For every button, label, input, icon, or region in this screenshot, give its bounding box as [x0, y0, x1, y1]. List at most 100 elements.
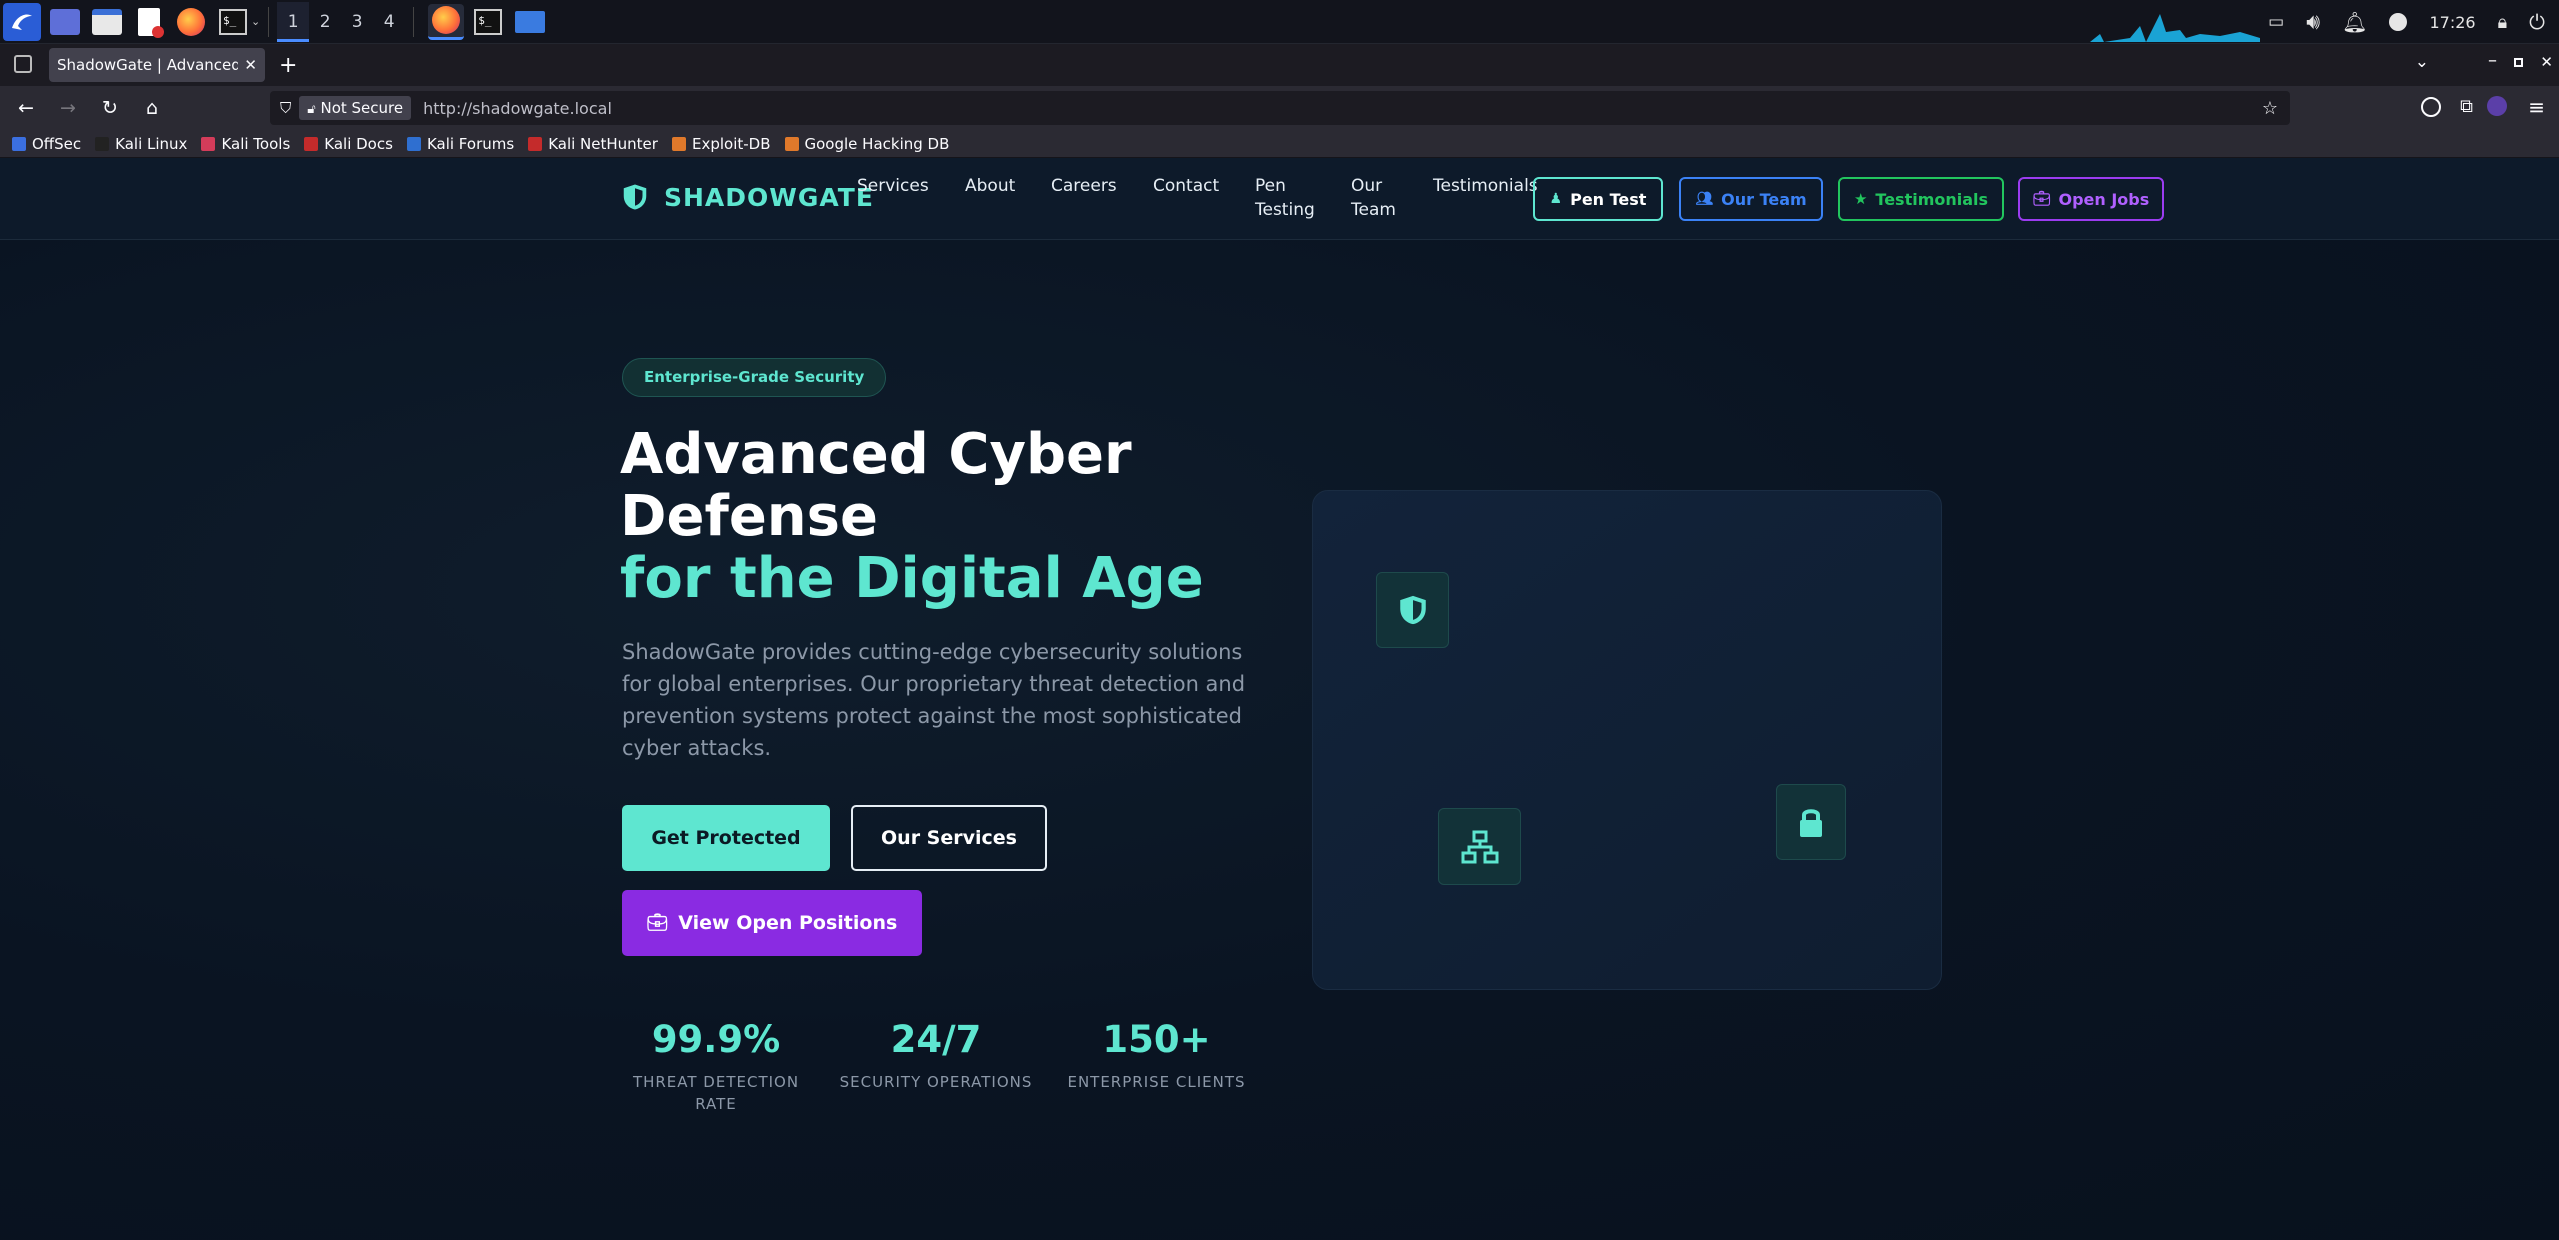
tab-overview-icon[interactable]	[14, 55, 32, 73]
stat-security-operations: 24/7 SECURITY OPERATIONS	[836, 1018, 1036, 1093]
nav-link-label: Team	[1351, 200, 1396, 220]
workspace-4[interactable]: 4	[373, 2, 405, 42]
folder-window-icon[interactable]	[512, 4, 548, 40]
os-taskbar: $_ ⌄ 1 2 3 4 $_ ▭ 🔊︎ 🔔︎ 17:26 🔒︎ ⏻	[0, 0, 2559, 44]
lock-icon	[1776, 784, 1846, 860]
forward-icon[interactable]: →	[52, 92, 84, 124]
open-jobs-button[interactable]: 💼︎ Open Jobs	[2018, 177, 2164, 221]
nav-link-about[interactable]: About	[965, 174, 1015, 198]
chevron-down-icon[interactable]: ⌄	[251, 15, 260, 28]
open-jobs-label: Open Jobs	[2058, 189, 2150, 209]
testimonials-label: Testimonials	[1875, 189, 1989, 209]
shield-icon	[1376, 572, 1449, 648]
nav-link-label: Pen	[1255, 176, 1286, 196]
testimonials-button[interactable]: ★ Testimonials	[1838, 177, 2004, 221]
our-services-button[interactable]: Our Services	[851, 805, 1047, 871]
kali-menu-icon[interactable]	[3, 2, 41, 41]
not-secure-indicator[interactable]: 🔓︎ Not Secure	[299, 96, 412, 120]
enterprise-badge: Enterprise-Grade Security	[622, 358, 887, 397]
user-secret-icon: ♟	[1549, 191, 1563, 207]
nav-link-pen-testing[interactable]: Pen Testing	[1255, 174, 1315, 222]
our-team-button[interactable]: 👥︎ Our Team	[1679, 177, 1823, 221]
system-tray: ▭ 🔊︎ 🔔︎ 17:26 🔒︎ ⏻	[2268, 0, 2559, 44]
shield-icon[interactable]: ⛉	[280, 99, 291, 117]
list-tabs-icon[interactable]: ⌄	[2415, 52, 2429, 72]
maximize-icon[interactable]	[2514, 58, 2523, 67]
bookmark-label: OffSec	[32, 134, 82, 153]
nav-link-services[interactable]: Services	[857, 174, 929, 198]
text-editor-icon[interactable]	[131, 4, 167, 40]
bookmark-label: Exploit-DB	[691, 134, 771, 153]
site-logo[interactable]: SHADOWGATE	[620, 182, 874, 212]
bookmark-kali-nethunter[interactable]: Kali NetHunter	[528, 135, 658, 153]
account-icon[interactable]	[2421, 97, 2441, 117]
browser-tabbar: ShadowGate | Advanced Cybe ✕ + ⌄ – ✕	[0, 44, 2559, 86]
close-window-icon[interactable]: ✕	[2540, 53, 2553, 71]
stat-value: 24/7	[890, 1018, 982, 1061]
url-text[interactable]: http://shadowgate.local	[423, 99, 612, 118]
bookmark-label: Kali Linux	[115, 134, 188, 153]
notification-bell-icon[interactable]: 🔔︎	[2342, 10, 2367, 34]
firefox-icon[interactable]	[173, 4, 209, 40]
stat-value: 150+	[1102, 1018, 1211, 1061]
terminal-icon[interactable]: $_	[215, 4, 251, 40]
bookmark-google-hacking-db[interactable]: Google Hacking DB	[784, 134, 950, 153]
not-secure-label: Not Secure	[320, 99, 404, 117]
extension-badge-icon[interactable]	[2487, 96, 2507, 116]
bookmark-kali-tools[interactable]: Kali Tools	[201, 135, 290, 153]
shield-logo-icon	[623, 184, 647, 210]
hamburger-menu-icon[interactable]: ≡	[2528, 95, 2545, 119]
bookmark-kali-docs[interactable]: Kali Docs	[304, 135, 393, 153]
tab-title: ShadowGate | Advanced Cybe	[57, 56, 239, 74]
nethunter-icon	[528, 136, 543, 151]
workspace-1[interactable]: 1	[277, 1, 310, 42]
display-icon[interactable]: ▭	[2268, 12, 2284, 32]
get-protected-button[interactable]: Get Protected	[622, 805, 830, 871]
briefcase-icon: 💼︎	[2032, 191, 2051, 207]
workspace-2[interactable]: 2	[309, 2, 341, 42]
bookmark-label: Kali Forums	[426, 134, 515, 153]
browser-tab-active[interactable]: ShadowGate | Advanced Cybe ✕	[49, 48, 265, 82]
stat-label: SECURITY OPERATIONS	[839, 1073, 1033, 1091]
url-bar[interactable]: ⛉ 🔓︎ Not Secure http://shadowgate.local …	[270, 91, 2290, 125]
bookmark-label: Google Hacking DB	[804, 134, 950, 153]
taskbar-separator	[413, 6, 415, 37]
bookmark-star-icon[interactable]: ☆	[2262, 98, 2278, 119]
brand-name: SHADOWGATE	[664, 182, 874, 212]
clock[interactable]: 17:26	[2429, 13, 2475, 32]
stat-value: 99.9%	[651, 1018, 781, 1061]
close-tab-icon[interactable]: ✕	[244, 56, 257, 74]
bookmark-kali-linux[interactable]: Kali Linux	[95, 135, 187, 153]
pen-test-button[interactable]: ♟ Pen Test	[1533, 177, 1663, 221]
reload-icon[interactable]: ↻	[94, 92, 126, 124]
bookmark-kali-forums[interactable]: Kali Forums	[406, 134, 515, 153]
nav-link-our-team[interactable]: Our Team	[1351, 174, 1396, 222]
update-icon[interactable]	[2389, 13, 2408, 31]
firefox-window-icon[interactable]	[428, 3, 465, 40]
power-icon[interactable]: ⏻	[2529, 10, 2545, 34]
file-manager-icon[interactable]	[89, 4, 125, 40]
bookmark-label: Kali Tools	[221, 134, 291, 153]
view-open-positions-button[interactable]: 💼︎ View Open Positions	[622, 890, 922, 956]
network-icon	[1438, 808, 1521, 885]
bookmarks-toolbar: OffSec Kali Linux Kali Tools Kali Docs K…	[0, 130, 2559, 158]
nav-link-careers[interactable]: Careers	[1051, 174, 1117, 198]
exploit-db-icon	[671, 136, 686, 151]
bookmark-offsec[interactable]: OffSec	[12, 135, 81, 153]
briefcase-icon: 💼︎	[646, 913, 669, 933]
bookmark-exploit-db[interactable]: Exploit-DB	[671, 134, 771, 153]
nav-link-testimonials[interactable]: Testimonials	[1433, 174, 1538, 198]
lock-icon[interactable]: 🔒︎	[2498, 12, 2508, 33]
terminal-window-icon[interactable]: $_	[470, 4, 506, 40]
back-icon[interactable]: ←	[10, 92, 42, 124]
extensions-icon[interactable]: ⧉	[2460, 96, 2473, 117]
workspace-3[interactable]: 3	[341, 2, 373, 42]
desktop-icon[interactable]	[47, 4, 83, 40]
volume-icon[interactable]: 🔊︎	[2306, 10, 2320, 35]
home-icon[interactable]: ⌂	[136, 92, 168, 124]
hero-title-line-2: Defense	[620, 484, 878, 549]
new-tab-icon[interactable]: +	[279, 53, 297, 78]
users-icon: 👥︎	[1695, 191, 1714, 207]
nav-link-contact[interactable]: Contact	[1153, 174, 1219, 198]
minimize-icon[interactable]: –	[2488, 50, 2497, 71]
